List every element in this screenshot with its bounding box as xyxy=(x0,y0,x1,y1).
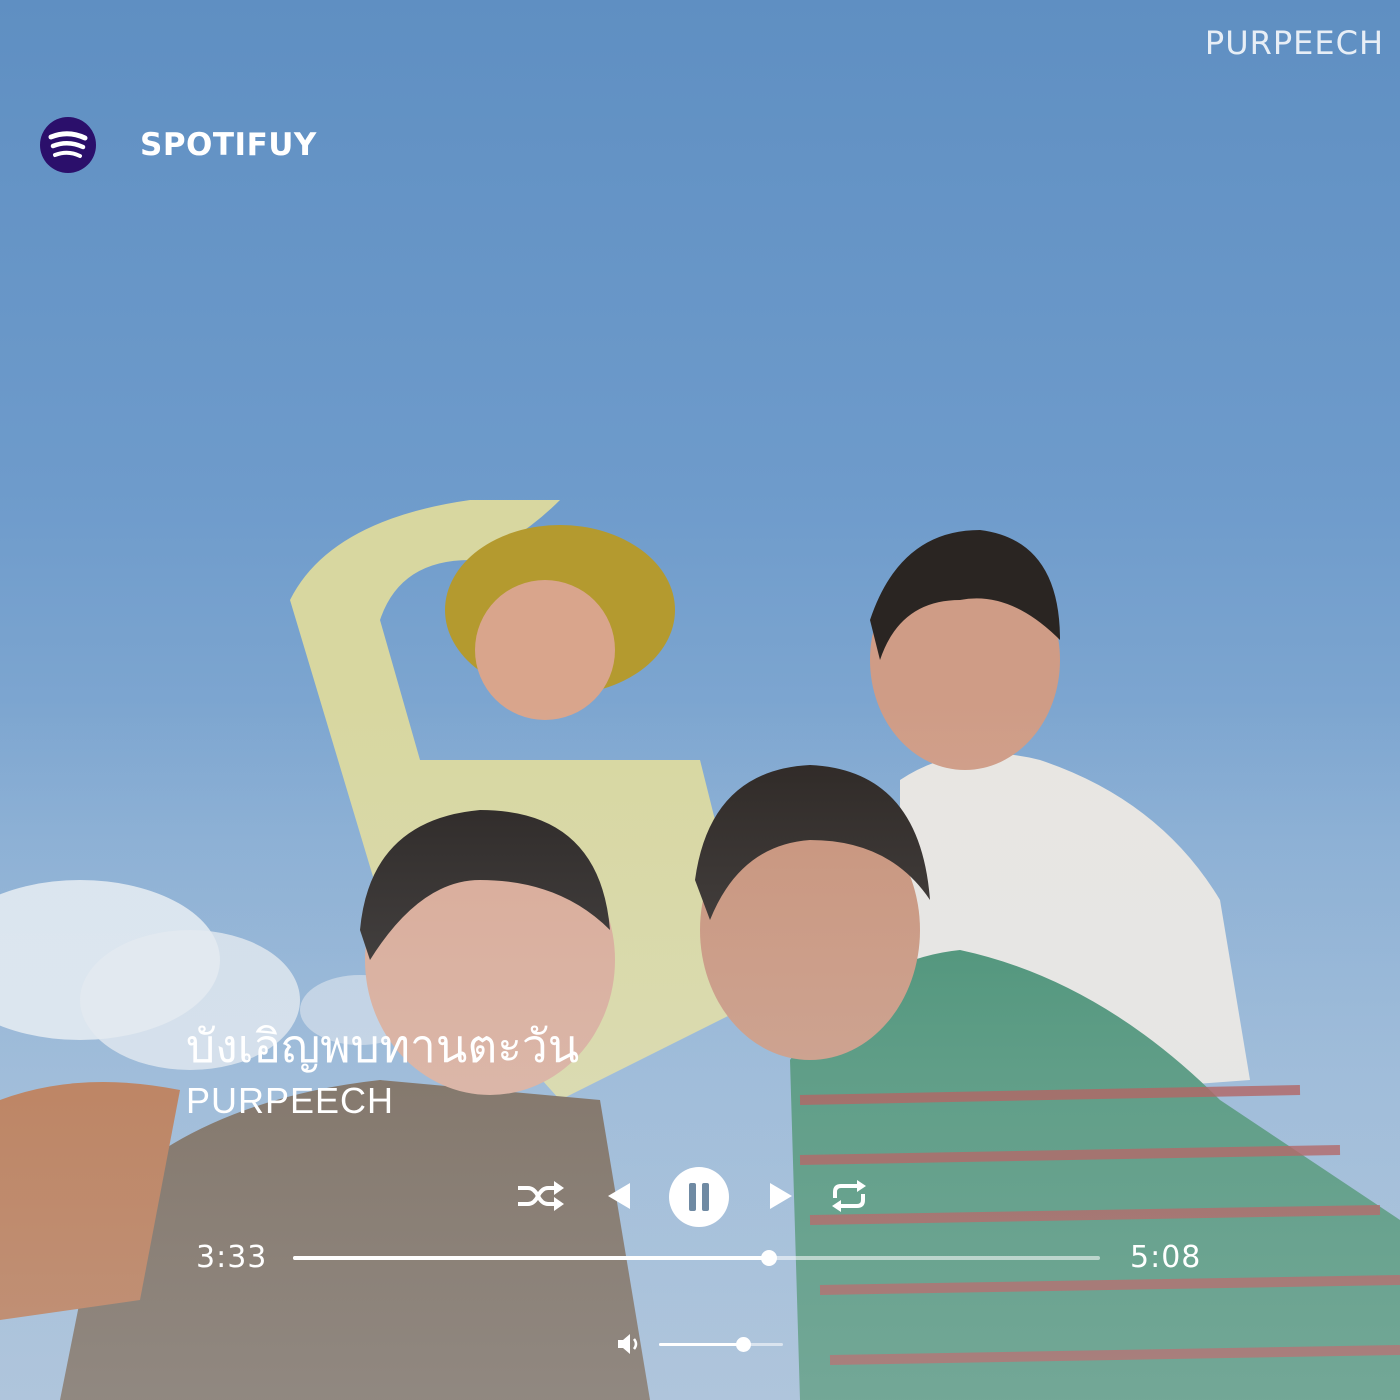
track-artist: PURPEECH xyxy=(186,1080,395,1121)
progress-knob[interactable] xyxy=(761,1250,778,1266)
volume-button[interactable] xyxy=(616,1331,642,1357)
next-icon xyxy=(770,1183,792,1209)
pause-button[interactable] xyxy=(668,1166,730,1228)
elapsed-time: 3:33 xyxy=(196,1240,268,1275)
shuffle-button[interactable] xyxy=(514,1178,568,1214)
previous-button[interactable] xyxy=(604,1180,634,1212)
app-brand: SPOTIFUY xyxy=(40,117,317,173)
shuffle-icon xyxy=(518,1181,564,1211)
repeat-icon xyxy=(832,1180,866,1212)
next-button[interactable] xyxy=(766,1180,796,1212)
app-name: SPOTIFUY xyxy=(140,127,317,163)
track-title: บังเอิญพบทานตะวัน xyxy=(186,1019,580,1073)
progress-fill xyxy=(293,1256,770,1260)
previous-icon xyxy=(608,1183,630,1209)
brand-watermark: PURPEECH xyxy=(1204,24,1384,62)
total-time: 5:08 xyxy=(1130,1240,1202,1275)
playback-controls xyxy=(500,1166,900,1228)
volume-icon xyxy=(618,1334,638,1354)
repeat-button[interactable] xyxy=(828,1178,870,1214)
pause-icon xyxy=(669,1167,729,1227)
volume-slider[interactable] xyxy=(659,1337,783,1352)
progress-bar[interactable] xyxy=(293,1250,1100,1266)
volume-fill xyxy=(659,1343,744,1346)
spotify-logo-icon xyxy=(40,117,96,173)
